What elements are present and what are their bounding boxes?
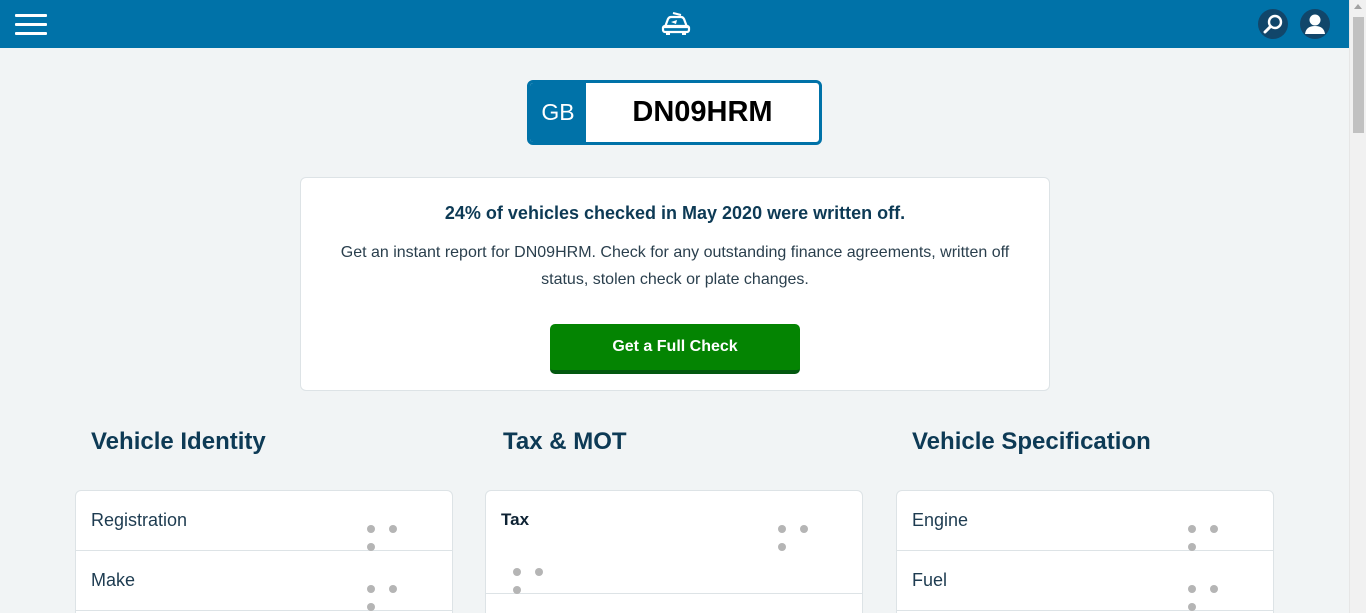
promo-headline: 24% of vehicles checked in May 2020 were… xyxy=(444,203,906,223)
hamburger-icon[interactable] xyxy=(15,14,47,35)
list-item-tax: Tax xyxy=(486,491,862,594)
row-label: Registration xyxy=(91,510,188,530)
loading-dots-icon xyxy=(367,580,425,611)
section-title-tax-mot: Tax & MOT xyxy=(503,428,627,455)
scroll-up-arrow-icon[interactable] xyxy=(1354,4,1362,9)
vehicle-specification-card: Engine Fuel xyxy=(896,490,1274,613)
loading-dots-icon xyxy=(778,520,836,551)
user-icon xyxy=(1305,14,1325,34)
get-full-check-button[interactable]: Get a Full Check xyxy=(550,324,800,374)
loading-dots-icon xyxy=(513,563,571,594)
list-item-registration: Registration xyxy=(76,491,452,551)
search-icon xyxy=(1263,14,1283,34)
tax-mot-card: Tax xyxy=(485,490,863,613)
promo-description: Get an instant report for DN09HRM. Check… xyxy=(340,244,1010,288)
plate-registration-number: DN09HRM xyxy=(632,96,773,128)
plate-country-code: GB xyxy=(530,83,586,142)
top-navigation-bar xyxy=(0,0,1349,48)
row-label: Make xyxy=(91,570,136,590)
scrollbar-thumb[interactable] xyxy=(1353,17,1364,133)
search-button[interactable] xyxy=(1258,9,1288,39)
loading-dots-icon xyxy=(367,520,425,551)
account-button[interactable] xyxy=(1300,9,1330,39)
loading-dots-icon xyxy=(1188,580,1246,611)
page-scrollbar[interactable] xyxy=(1349,0,1366,613)
list-item-engine: Engine xyxy=(897,491,1273,551)
vehicle-identity-card: Registration Make xyxy=(75,490,453,613)
row-label: Tax xyxy=(501,510,530,529)
car-logo-icon[interactable] xyxy=(660,10,692,38)
loading-dots-icon xyxy=(1188,520,1246,551)
full-check-promo-card: 24% of vehicles checked in May 2020 were… xyxy=(300,177,1050,391)
list-item-fuel: Fuel xyxy=(897,551,1273,611)
list-item-make: Make xyxy=(76,551,452,611)
row-label: Engine xyxy=(912,510,969,530)
registration-plate: GB DN09HRM xyxy=(527,80,822,145)
section-title-vehicle-specification: Vehicle Specification xyxy=(912,428,1151,455)
section-title-vehicle-identity: Vehicle Identity xyxy=(91,428,266,455)
row-label: Fuel xyxy=(912,570,948,590)
